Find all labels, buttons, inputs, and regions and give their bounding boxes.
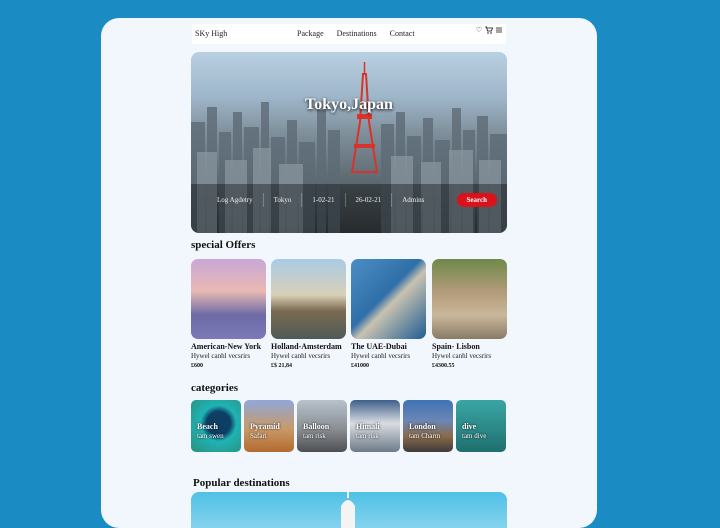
category-sub: tam risk — [303, 432, 326, 440]
offer-image — [271, 259, 346, 339]
search-field-guests[interactable]: Admins — [392, 193, 434, 207]
category-dive[interactable]: dive tam dive — [456, 400, 506, 452]
category-himali[interactable]: Himali tam risk — [350, 400, 400, 452]
offer-desc: Hywel canhl vecsrirs — [351, 352, 411, 360]
category-pyramid[interactable]: Pyramid Safari — [244, 400, 294, 452]
search-bar: Log Agdetry Tokyo 1-02-21 26-02-21 Admin… — [207, 190, 497, 210]
nav-link-contact[interactable]: Contact — [390, 29, 415, 38]
category-name: Pyramid — [250, 422, 280, 431]
category-sub: tam risk — [356, 432, 379, 440]
hero-banner: Tokyo,Japan Log Agdetry Tokyo 1-02-21 26… — [191, 52, 507, 233]
popular-destinations-title: Popular destinations — [193, 477, 290, 489]
offer-card-amsterdam[interactable]: Holland-Amsterdam Hywel canhl vecsrirs £… — [271, 259, 346, 369]
offer-price: £600 — [191, 363, 203, 369]
special-offers-title: special Offers — [191, 239, 256, 251]
category-name: Himali — [356, 422, 380, 431]
offer-price: £$ 21,84 — [271, 363, 292, 369]
top-nav: SKy High Package Destinations Contact ♡ — [192, 24, 506, 44]
offer-image — [191, 259, 266, 339]
category-london[interactable]: London tam Charm — [403, 400, 453, 452]
search-field-location[interactable]: Tokyo — [264, 193, 303, 207]
popular-destination-image[interactable] — [191, 492, 507, 528]
search-field-checkout[interactable]: 26-02-21 — [346, 193, 393, 207]
offer-name: American-New York — [191, 342, 262, 351]
offer-name: Holland-Amsterdam — [271, 342, 342, 351]
nav-link-package[interactable]: Package — [297, 29, 324, 38]
offer-desc: Hywel canhl vecsrirs — [432, 352, 492, 360]
nav-icons: ♡ — [475, 26, 503, 34]
offer-name: The UAE-Dubai — [351, 342, 407, 351]
offer-image — [351, 259, 426, 339]
category-name: London — [409, 422, 436, 431]
page-card: SKy High Package Destinations Contact ♡ — [101, 18, 597, 528]
nav-link-destinations[interactable]: Destinations — [337, 29, 377, 38]
category-sub: Safari — [250, 432, 267, 440]
offer-name: Spain- Lisbon — [432, 342, 480, 351]
category-sub: tam dive — [462, 432, 487, 440]
offer-card-new-york[interactable]: American-New York Hywel canhl vecsrirs £… — [191, 259, 266, 369]
offer-desc: Hywel canhl vecsrirs — [271, 352, 331, 360]
category-balloon[interactable]: Balloon tam risk — [297, 400, 347, 452]
categories-title: categories — [191, 382, 239, 394]
offer-card-dubai[interactable]: The UAE-Dubai Hywel canhl vecsrirs £4100… — [351, 259, 426, 369]
hero-title: Tokyo,Japan — [305, 96, 393, 113]
offer-price: £41000 — [351, 363, 369, 369]
search-button[interactable]: Search — [456, 193, 497, 207]
category-name: dive — [462, 422, 477, 431]
category-name: Balloon — [303, 422, 330, 431]
category-sub: tam swen — [197, 432, 224, 440]
category-sub: tam Charm — [409, 432, 441, 440]
search-field-checkin[interactable]: 1-02-21 — [302, 193, 346, 207]
heart-icon[interactable]: ♡ — [475, 26, 483, 34]
menu-icon[interactable] — [495, 26, 503, 34]
cart-icon[interactable] — [485, 26, 494, 34]
offer-price: £4300.55 — [432, 363, 455, 369]
nav-links: Package Destinations Contact — [297, 29, 415, 38]
category-name: Beach — [197, 422, 218, 431]
offer-desc: Hywel canhl vecsrirs — [191, 352, 251, 360]
brand-logo[interactable]: SKy High — [195, 29, 227, 38]
category-beach[interactable]: Beach tam swen — [191, 400, 241, 452]
offer-image — [432, 259, 507, 339]
offer-card-lisbon[interactable]: Spain- Lisbon Hywel canhl vecsrirs £4300… — [432, 259, 507, 369]
search-field-agent[interactable]: Log Agdetry — [207, 193, 264, 207]
building-image — [341, 492, 355, 528]
